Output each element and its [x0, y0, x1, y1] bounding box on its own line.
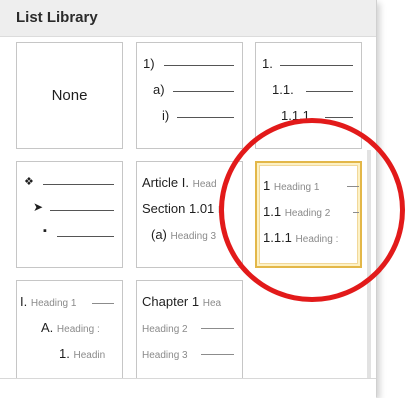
level2-line — [201, 328, 234, 329]
diamond-bullet-icon: ❖ — [24, 176, 34, 188]
level1-number: 1) — [143, 56, 155, 71]
level2-number: 1.1. — [272, 82, 294, 97]
level2-line — [306, 91, 353, 92]
level1-number: I. — [20, 294, 28, 309]
level2-heading: Heading 2 — [142, 324, 188, 335]
level3-number: (a) — [151, 227, 167, 242]
list-style-none-label: None — [51, 87, 88, 104]
level1-heading: Hea — [202, 298, 222, 309]
level1-label: Chapter 1 Hea — [142, 294, 221, 309]
list-library-title: List Library — [16, 9, 98, 26]
level3-heading: Heading 3 — [142, 350, 188, 361]
level1-line — [92, 303, 114, 304]
level1-line — [43, 184, 114, 185]
level3-line — [201, 354, 234, 355]
list-library-header: List Library — [0, 0, 376, 37]
level2-label: Heading 2 — [142, 320, 188, 335]
level3-label: (a) Heading 3 — [151, 227, 216, 242]
level2-number: A. — [41, 320, 54, 335]
level1-number: 1. — [262, 56, 273, 71]
level1-heading: Heading 1 — [30, 298, 77, 309]
level2-line — [173, 91, 234, 92]
square-bullet-icon: ▪ — [43, 225, 47, 237]
arrow-bullet-icon: ➤ — [33, 200, 44, 214]
list-style-roman-tile[interactable]: I. Heading 1 A. Heading : 1. Headin — [16, 280, 123, 387]
level3-number: i) — [162, 108, 170, 123]
level1-heading: Head — [192, 179, 217, 190]
list-library-footer — [0, 378, 376, 398]
annotation-highlight-circle — [219, 118, 405, 302]
level3-label: Heading 3 — [142, 346, 188, 361]
level1-line — [280, 65, 353, 66]
level3-label: 1. Headin — [59, 346, 105, 361]
level2-number: a) — [153, 82, 165, 97]
level3-number: 1. — [59, 346, 70, 361]
level3-heading: Headin — [73, 350, 106, 361]
level3-heading: Heading 3 — [170, 231, 217, 242]
level1-label: I. Heading 1 — [20, 294, 76, 309]
list-style-none-tile[interactable]: None — [16, 42, 123, 149]
level2-heading: Heading : — [56, 324, 100, 335]
list-style-bullets-tile[interactable]: ❖ ➤ ▪ — [16, 161, 123, 268]
level1-number: Article I. — [142, 175, 189, 190]
level2-label: Section 1.01 I — [142, 201, 221, 216]
level1-label: Article I. Head — [142, 175, 217, 190]
level2-number: Section 1.01 — [142, 201, 215, 216]
level2-label: A. Heading : — [41, 320, 100, 335]
level3-line — [177, 117, 234, 118]
level3-line — [325, 117, 353, 118]
level1-line — [164, 65, 234, 66]
list-style-numbered-tile[interactable]: 1) a) i) — [136, 42, 243, 149]
level1-number: Chapter 1 — [142, 294, 200, 309]
list-style-chapter-tile[interactable]: Chapter 1 Hea Heading 2 Heading 3 — [136, 280, 243, 387]
level2-line — [50, 210, 114, 211]
level3-line — [57, 236, 114, 237]
